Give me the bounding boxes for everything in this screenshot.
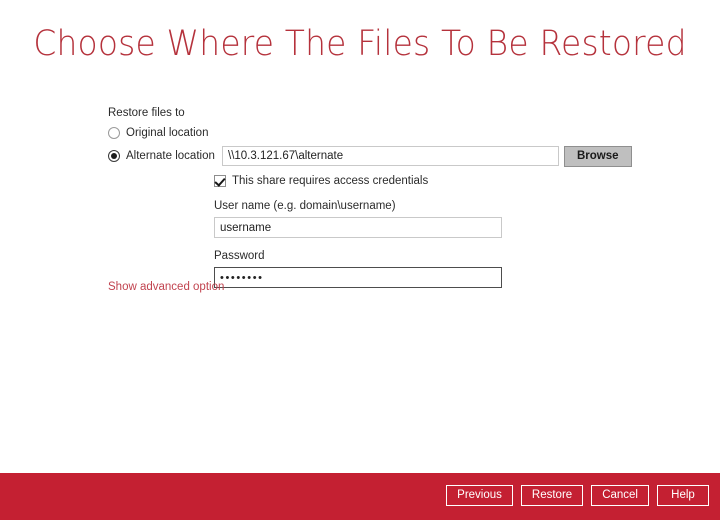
previous-button[interactable]: Previous <box>446 485 513 506</box>
radio-label-alternate-location: Alternate location <box>126 150 222 162</box>
footer-bar: Previous Restore Cancel Help <box>0 473 720 520</box>
checkbox-icon-access-credentials[interactable] <box>214 175 226 187</box>
radio-icon-alternate-location[interactable] <box>108 150 120 162</box>
footer-button-group: Previous Restore Cancel Help <box>446 485 709 506</box>
restore-location-form: Restore files to Original location Alter… <box>108 106 668 288</box>
username-label: User name (e.g. domain\username) <box>214 200 502 213</box>
password-input[interactable] <box>214 267 502 288</box>
browse-button[interactable]: Browse <box>564 146 632 167</box>
help-button[interactable]: Help <box>657 485 709 506</box>
restore-files-to-label: Restore files to <box>108 106 668 120</box>
cancel-button[interactable]: Cancel <box>591 485 649 506</box>
checkbox-label-access-credentials: This share requires access credentials <box>232 175 428 187</box>
password-field-group: Password <box>214 250 502 288</box>
password-label: Password <box>214 250 502 263</box>
radio-option-original-location[interactable]: Original location <box>108 123 668 143</box>
radio-option-alternate-location[interactable]: Alternate location Browse <box>108 145 668 167</box>
restore-button[interactable]: Restore <box>521 485 583 506</box>
username-input[interactable] <box>214 217 502 238</box>
radio-icon-original-location[interactable] <box>108 127 120 139</box>
credentials-section: This share requires access credentials U… <box>214 173 502 288</box>
radio-label-original-location: Original location <box>126 127 208 139</box>
username-field-group: User name (e.g. domain\username) <box>214 200 502 238</box>
alternate-location-input[interactable] <box>222 146 559 166</box>
checkbox-row-access-credentials[interactable]: This share requires access credentials <box>214 173 502 189</box>
page-title: Choose Where The Files To Be Restored <box>22 24 699 64</box>
show-advanced-option-link[interactable]: Show advanced option <box>108 281 224 293</box>
